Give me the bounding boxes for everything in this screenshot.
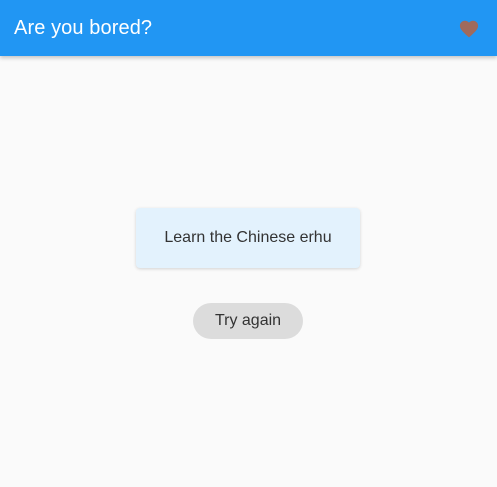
app-title: Are you bored? (14, 16, 153, 39)
heart-icon (459, 20, 479, 38)
activity-text: Learn the Chinese erhu (164, 229, 332, 246)
try-again-button[interactable]: Try again (193, 303, 303, 339)
app-bar: Are you bored? (0, 0, 497, 56)
favorite-button[interactable] (449, 8, 489, 48)
activity-card: Learn the Chinese erhu (136, 208, 360, 268)
